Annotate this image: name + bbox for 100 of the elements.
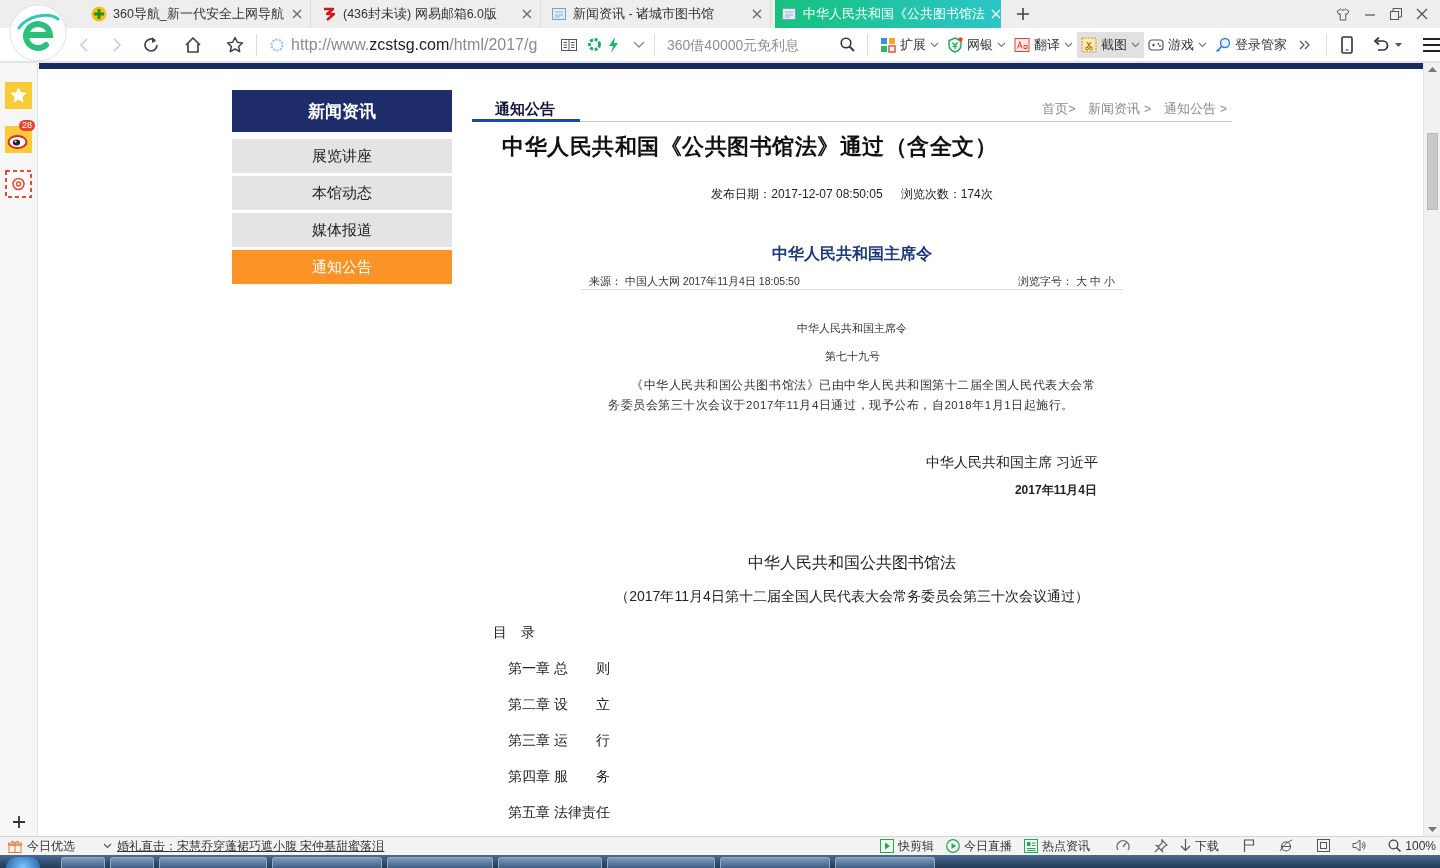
breadcrumb-link[interactable]: 通知公告 > <box>1164 102 1227 117</box>
status-bar-button[interactable]: 今日直播 <box>946 838 1013 854</box>
news-icon <box>1024 839 1039 853</box>
sidebar-item[interactable]: 展览讲座 <box>232 139 452 173</box>
scrollbar-thumb[interactable] <box>1426 133 1438 210</box>
phone-icon[interactable] <box>1341 35 1353 54</box>
breadcrumb-link[interactable]: 新闻资讯 > <box>1088 102 1152 117</box>
loading-ring-icon <box>269 36 285 53</box>
cross-circle-icon <box>91 6 107 22</box>
signature: 中华人民共和国主席 习近平 <box>926 453 1098 472</box>
shield-icon <box>947 36 963 53</box>
status-bar-button[interactable]: 快剪辑 <box>880 838 935 854</box>
toolbar-button[interactable]: 网银 <box>943 31 1010 58</box>
translate-icon <box>1014 36 1030 53</box>
download-icon <box>1180 839 1192 853</box>
search-field[interactable]: 360借40000元免利息 <box>667 34 836 55</box>
order-number: 第七十九号 <box>824 349 880 364</box>
law-title: 中华人民共和国公共图书馆法 <box>748 553 956 573</box>
taskbar-button[interactable] <box>272 857 382 868</box>
undo-icon[interactable] <box>1373 36 1389 53</box>
taskbar-button[interactable] <box>498 857 602 868</box>
sidebar-heading: 新闻资讯 <box>232 90 452 132</box>
toolbar-button[interactable]: 截图 <box>1077 31 1144 58</box>
order-heading: 中华人民共和国主席令 <box>797 321 907 336</box>
signature-date: 2017年11月4日 <box>1014 482 1097 499</box>
screenshot-icon <box>1081 36 1097 53</box>
page-icon <box>551 6 567 22</box>
play-square-icon <box>880 839 895 853</box>
publish-date: 发布日期：2017-12-07 08:50:05 <box>711 187 883 201</box>
chevron-down-icon[interactable] <box>633 40 645 49</box>
airmail-icon[interactable] <box>5 170 32 198</box>
zoom-button[interactable]: 100% <box>1388 838 1436 854</box>
play-circle-icon <box>946 839 961 853</box>
sidebar-item[interactable]: 媒体报道 <box>232 213 452 247</box>
speaker-icon[interactable] <box>1352 839 1367 853</box>
status-bar-button[interactable]: 热点资讯 <box>1024 838 1091 854</box>
breadcrumb-link[interactable]: 首页> <box>1042 102 1076 117</box>
lightning-icon[interactable] <box>608 36 619 53</box>
home-icon[interactable] <box>184 35 202 54</box>
eye-icon[interactable] <box>5 126 32 153</box>
start-button[interactable] <box>6 857 40 868</box>
zoom-icon <box>1388 839 1402 853</box>
gamepad-icon <box>1148 36 1164 53</box>
source-line: 来源： 中国人大网 2017年11月4日 18:05:50 <box>589 274 800 288</box>
squiggle-logo-icon <box>321 6 337 22</box>
taskbar-button[interactable] <box>159 857 267 868</box>
close-icon[interactable] <box>292 9 302 19</box>
contents-entry: 第二章 设 立 <box>508 695 610 714</box>
scroll-down-icon[interactable] <box>1427 827 1437 832</box>
search-icon[interactable] <box>840 37 855 52</box>
close-icon[interactable] <box>1416 8 1428 20</box>
law-subtitle: （2017年11月4日第十二届全国人民代表大会常务委员会第三十次会议通过） <box>615 587 1089 606</box>
taskbar-button[interactable] <box>835 857 935 868</box>
more-icon[interactable] <box>1299 39 1310 50</box>
close-icon[interactable] <box>752 9 762 19</box>
section-title: 通知公告 <box>472 100 580 122</box>
headline-link[interactable]: 婚礼直击：宋慧乔穿蓬裙巧遮小腹 宋仲基甜蜜落泪 <box>117 838 385 854</box>
toolbar-button[interactable]: 扩展 <box>876 31 943 58</box>
contents-entry: 第四章 服 务 <box>508 767 610 786</box>
taskbar-button[interactable] <box>720 857 830 868</box>
taskbar-button[interactable] <box>61 857 105 868</box>
download-button[interactable]: 下载 <box>1180 838 1220 854</box>
flag-icon[interactable] <box>1243 839 1256 853</box>
menu-icon[interactable] <box>1423 37 1440 52</box>
window-icon[interactable] <box>1317 839 1331 853</box>
scrollbar[interactable] <box>1423 63 1440 836</box>
toolbar-button[interactable]: 登录管家 <box>1211 31 1291 58</box>
page-icon <box>781 6 797 22</box>
toolbar-button[interactable]: 翻译 <box>1010 31 1077 58</box>
gift-icon <box>8 839 22 853</box>
contents-entry: 第一章 总 则 <box>508 659 610 678</box>
taskbar-button[interactable] <box>607 857 715 868</box>
restore-icon[interactable] <box>1390 8 1402 20</box>
taskbar-button[interactable] <box>110 857 154 868</box>
close-icon[interactable] <box>522 9 532 19</box>
dashed-ring-icon[interactable] <box>587 37 602 52</box>
caret-icon[interactable] <box>1395 42 1402 47</box>
pin-icon[interactable] <box>1154 839 1169 853</box>
contents-entry: 第三章 运 行 <box>508 731 610 750</box>
new-tab-icon[interactable] <box>1017 8 1029 20</box>
add-icon[interactable] <box>12 816 25 828</box>
star-icon[interactable] <box>226 35 244 54</box>
scroll-up-icon[interactable] <box>1427 67 1437 72</box>
toolbar-button[interactable]: 游戏 <box>1144 31 1211 58</box>
reader-icon[interactable] <box>561 37 577 52</box>
view-count: 浏览次数：174次 <box>900 187 993 201</box>
taskbar-button[interactable] <box>387 857 493 868</box>
orbit-icon[interactable] <box>1279 839 1294 853</box>
reload-icon[interactable] <box>142 35 160 54</box>
contents-heading: 目 录 <box>493 623 535 642</box>
contents-entry: 第五章 法律责任 <box>508 803 610 822</box>
address-field[interactable]: http://www.zcstsg.com/html/2017/g <box>263 30 554 59</box>
document-title: 中华人民共和国主席令 <box>772 244 932 264</box>
shirt-icon[interactable] <box>1336 7 1350 21</box>
speedometer-icon[interactable] <box>1116 839 1131 853</box>
order-text: 《中华人民共和国公共图书馆法》已由中华人民共和国第十二届全国人民代表大会常务委员会第三十次会议于2017年11月4日通过，现予公布，自2018年1月1日起施行。 <box>608 378 1097 413</box>
font-size-options: 浏览字号： 大 中 小 <box>1018 274 1115 288</box>
chevron-down-icon[interactable] <box>103 843 112 849</box>
key-magnifier-icon <box>1215 36 1231 53</box>
sidebar-item[interactable]: 本馆动态 <box>232 176 452 210</box>
